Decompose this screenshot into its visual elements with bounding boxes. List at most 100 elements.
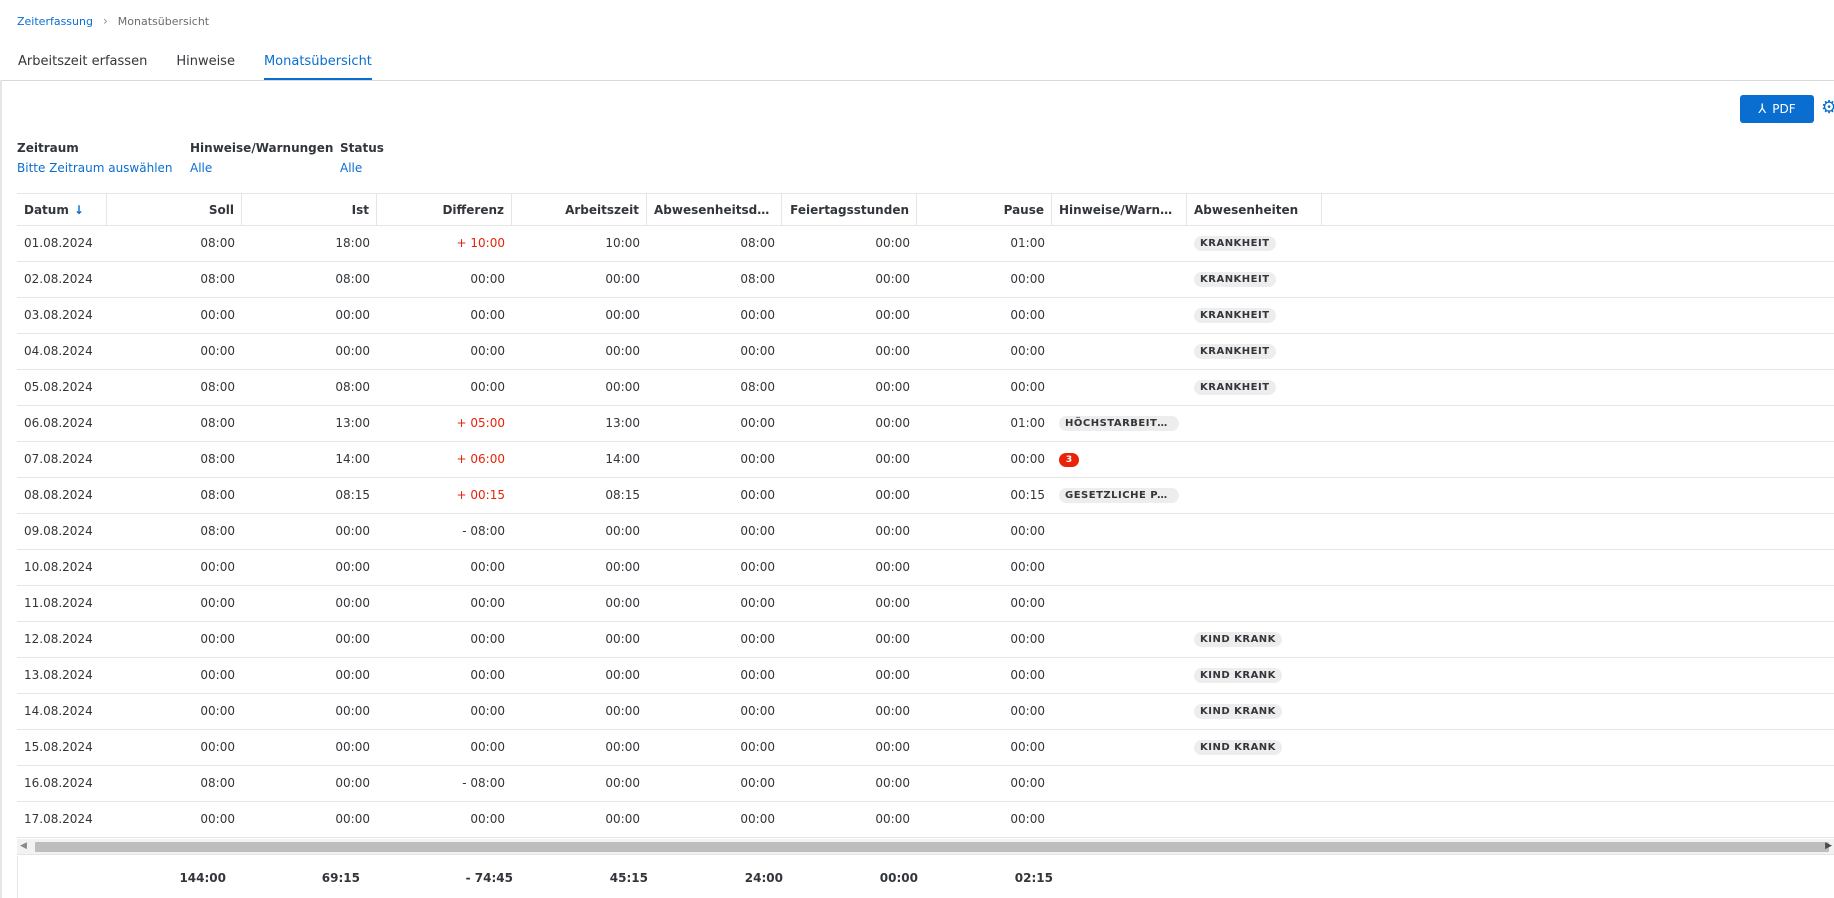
cell-differenz: - 08:00 [462,524,505,538]
warning-badge[interactable]: GESETZLICHE PAUS... [1059,488,1179,503]
column-header-arbeitszeit[interactable]: Arbeitszeit [512,194,647,226]
cell-differenz: 00:00 [470,740,505,754]
cell-abwesenheiten: KRANKHEIT [1187,298,1322,333]
filter-zeitraum: Zeitraum Bitte Zeitraum auswählen [17,141,190,175]
absence-badge: KIND KRANK [1194,704,1282,719]
table-row[interactable]: 13.08.2024 00:00 00:00 00:00 00:00 00:00 00:00… [17,658,1834,694]
cell-ist: 00:00 [335,668,370,682]
cell-arbeitszeit: 00:00 [605,524,640,538]
cell-datum: 02.08.2024 [24,272,93,286]
column-header-abwesenheitsdauer[interactable]: Abwesenheitsdauer [647,194,782,226]
cell-differenz: 00:00 [470,344,505,358]
cell-abwesenheiten: KIND KRANK [1187,694,1322,729]
table-row[interactable]: 04.08.2024 00:00 00:00 00:00 00:00 00:00 00:00… [17,334,1834,370]
cell-abwesenheitsdauer: 08:00 [740,380,775,394]
cell-datum: 09.08.2024 [24,524,93,538]
table-row[interactable]: 17.08.2024 00:00 00:00 00:00 00:00 00:00 00:00… [17,802,1834,838]
cell-pause: 00:00 [1010,668,1045,682]
table-row[interactable]: 05.08.2024 08:00 08:00 00:00 00:00 08:00 00:00… [17,370,1834,406]
table-row[interactable]: 10.08.2024 00:00 00:00 00:00 00:00 00:00 00:00… [17,550,1834,586]
cell-datum: 15.08.2024 [24,740,93,754]
table-row[interactable]: 11.08.2024 00:00 00:00 00:00 00:00 00:00 00:00… [17,586,1834,622]
table-row[interactable]: 06.08.2024 08:00 13:00 + 05:00 13:00 00:00 00:… [17,406,1834,442]
column-header-abwesenheiten[interactable]: Abwesenheiten [1187,194,1322,226]
cell-hinweise: HÖCHSTARBEITSZE... [1052,406,1187,441]
breadcrumb: Zeiterfassung › Monatsübersicht [17,14,209,28]
table-row[interactable]: 08.08.2024 08:00 08:15 + 00:15 08:15 00:00 00:… [17,478,1834,514]
scroll-right-icon[interactable]: ▶ [1825,841,1832,851]
cell-abwesenheiten [1187,586,1322,621]
horizontal-scrollbar[interactable]: ◀ ▶ [17,839,1834,855]
tab-monatsuebersicht[interactable]: Monatsübersicht [263,46,372,80]
cell-datum: 10.08.2024 [24,560,93,574]
cell-soll: 00:00 [200,344,235,358]
cell-datum: 12.08.2024 [24,632,93,646]
breadcrumb-link-zeiterfassung[interactable]: Zeiterfassung [17,15,93,28]
column-header-hinweise-warnungen[interactable]: Hinweise/Warnungen [1052,194,1187,226]
cell-arbeitszeit: 13:00 [605,416,640,430]
table-row[interactable]: 15.08.2024 00:00 00:00 00:00 00:00 00:00 00:00… [17,730,1834,766]
cell-pause: 00:00 [1010,308,1045,322]
cell-feiertagsstunden: 00:00 [875,596,910,610]
cell-soll: 00:00 [200,632,235,646]
tab-hinweise[interactable]: Hinweise [176,46,235,80]
scroll-left-icon[interactable]: ◀ [20,841,27,851]
column-header-feiertagsstunden[interactable]: Feiertagsstunden [782,194,917,226]
cell-abwesenheiten: KIND KRANK [1187,622,1322,657]
cell-ist: 00:00 [335,776,370,790]
cell-pause: 00:00 [1010,272,1045,286]
column-header-soll[interactable]: Soll [107,194,242,226]
table-row[interactable]: 12.08.2024 00:00 00:00 00:00 00:00 00:00 00:00… [17,622,1834,658]
scrollbar-thumb[interactable] [35,842,1829,852]
table-row[interactable]: 03.08.2024 00:00 00:00 00:00 00:00 00:00 00:00… [17,298,1834,334]
cell-ist: 00:00 [335,812,370,826]
absence-badge: KRANKHEIT [1194,344,1276,359]
cell-pause: 01:00 [1010,236,1045,250]
cell-abwesenheiten [1187,802,1322,837]
filter-zeitraum-value[interactable]: Bitte Zeitraum auswählen [17,161,190,175]
tab-arbeitszeit-erfassen[interactable]: Arbeitszeit erfassen [18,46,147,80]
cell-ist: 00:00 [335,704,370,718]
column-header-differenz[interactable]: Differenz [377,194,512,226]
table-row[interactable]: 02.08.2024 08:00 08:00 00:00 00:00 08:00 00:00… [17,262,1834,298]
cell-feiertagsstunden: 00:00 [875,236,910,250]
filter-status: Status Alle [340,141,400,175]
cell-differenz: 00:00 [470,560,505,574]
cell-soll: 08:00 [200,416,235,430]
column-header-ist[interactable]: Ist [242,194,377,226]
cell-abwesenheitsdauer: 00:00 [740,704,775,718]
cell-pause: 00:00 [1010,344,1045,358]
cell-arbeitszeit: 00:00 [605,272,640,286]
cell-soll: 08:00 [200,776,235,790]
column-header-pause[interactable]: Pause [917,194,1052,226]
cell-abwesenheitsdauer: 08:00 [740,272,775,286]
cell-ist: 00:00 [335,560,370,574]
cell-hinweise [1052,586,1187,621]
cell-feiertagsstunden: 00:00 [875,632,910,646]
column-header-datum[interactable]: Datum ↓ [17,194,107,226]
table-row[interactable]: 07.08.2024 08:00 14:00 + 06:00 14:00 00:00 00:… [17,442,1834,478]
cell-abwesenheitsdauer: 00:00 [740,524,775,538]
cell-datum: 13.08.2024 [24,668,93,682]
filter-hinweise: Hinweise/Warnungen Alle [190,141,340,175]
filter-status-value[interactable]: Alle [340,161,400,175]
cell-soll: 00:00 [200,740,235,754]
filter-hinweise-value[interactable]: Alle [190,161,340,175]
table-row[interactable]: 09.08.2024 08:00 00:00 - 08:00 00:00 00:00 00:… [17,514,1834,550]
table-row[interactable]: 16.08.2024 08:00 00:00 - 08:00 00:00 00:00 00:… [17,766,1834,802]
cell-ist: 00:00 [335,740,370,754]
cell-abwesenheiten [1187,442,1322,477]
table-row[interactable]: 14.08.2024 00:00 00:00 00:00 00:00 00:00 00:00… [17,694,1834,730]
gear-icon[interactable]: ⚙ [1821,99,1834,117]
cell-differenz: 00:00 [470,704,505,718]
absence-badge: KRANKHEIT [1194,380,1276,395]
cell-differenz: 00:00 [470,308,505,322]
table-totals-row: 144:00 69:15 - 74:45 45:15 24:00 00:00 0… [17,856,1834,898]
filter-zeitraum-label: Zeitraum [17,141,79,155]
table-row[interactable]: 01.08.2024 08:00 18:00 + 10:00 10:00 08:00 00:… [17,226,1834,262]
warning-count-badge[interactable]: 3 [1059,452,1079,467]
cell-hinweise [1052,766,1187,801]
warning-badge[interactable]: HÖCHSTARBEITSZE... [1059,416,1179,431]
cell-hinweise [1052,802,1187,837]
pdf-export-button[interactable]: ⅄ PDF [1740,95,1814,123]
